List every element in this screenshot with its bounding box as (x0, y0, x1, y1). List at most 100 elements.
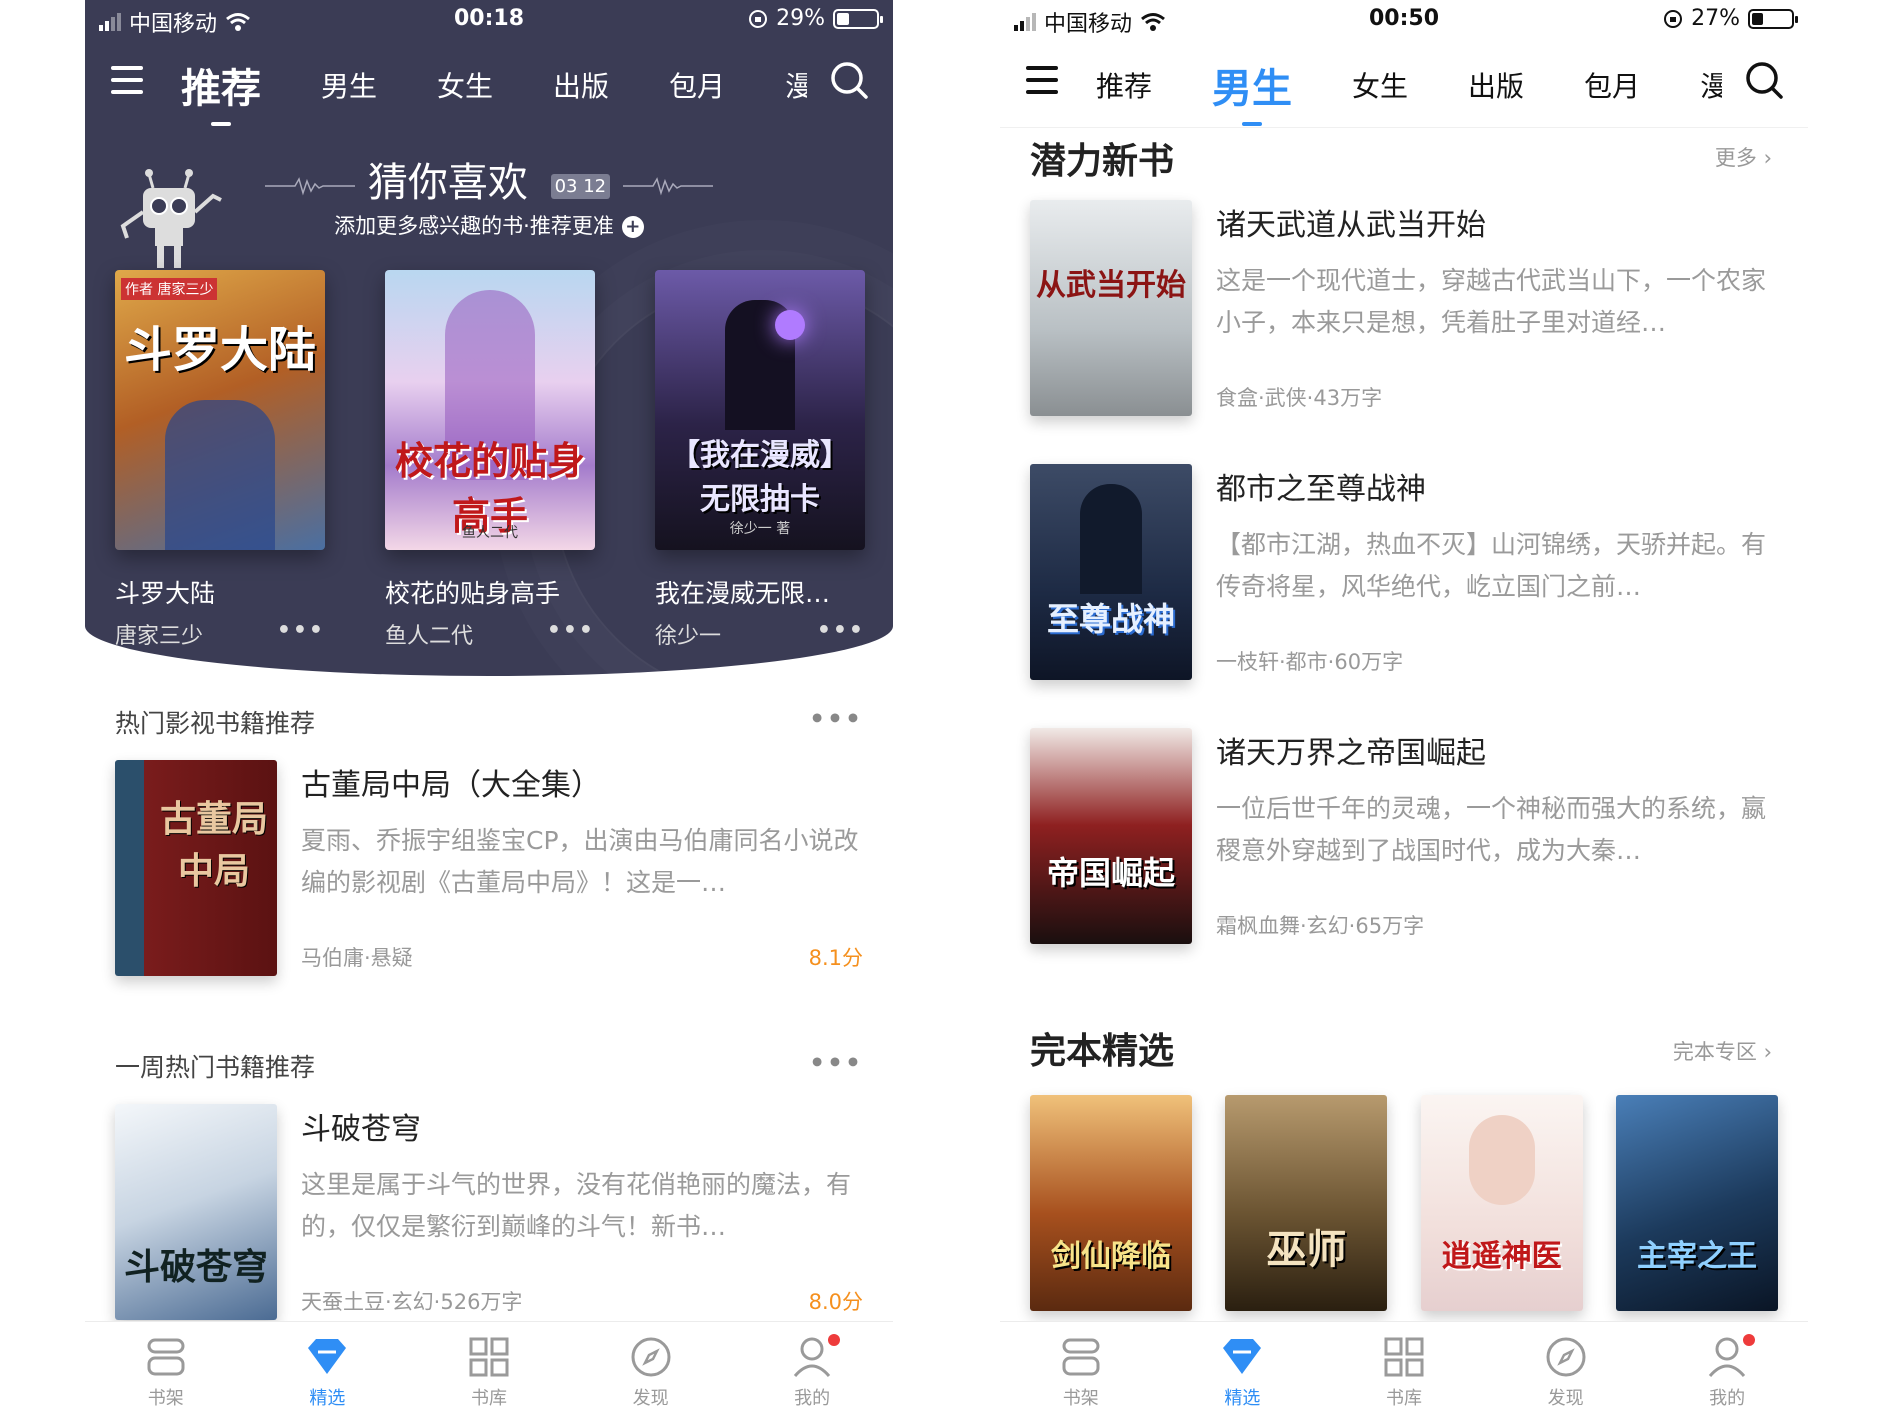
book-description: 这里是属于斗气的世界，没有花俏艳丽的魔法，有的，仅仅是繁衍到巅峰的斗气！新书… (301, 1170, 852, 1241)
tab-label: 我的 (794, 1388, 831, 1409)
tab-male[interactable]: 男生 (1212, 56, 1292, 126)
cover-title: 从武当开始 (1036, 268, 1186, 303)
tab-recommend[interactable]: 推荐 (1096, 65, 1152, 105)
sound-wave-right-icon (622, 177, 713, 196)
cover-title: 斗罗大陆 (123, 322, 316, 378)
bottom-tab-bar: 书架 精选 书库 发现 我的 (85, 1321, 893, 1417)
book-cover: 至尊战神 (1030, 464, 1192, 680)
book-author: 唐家三少 (115, 624, 204, 649)
complete-zone-link[interactable]: 完本专区 › (1673, 1036, 1772, 1066)
cover-title: 逍遥神医 (1441, 1239, 1562, 1274)
section-header: 热门影视书籍推荐 ••• (115, 704, 863, 740)
cover-author-tag: 徐少一 著 (729, 521, 791, 537)
guess-book-card[interactable]: 校花的贴身高手 鱼人二代 校花的贴身高手 鱼人二代 ••• (385, 270, 595, 650)
top-navigation: 推荐 男生 女生 出版 包月 漫 (85, 42, 893, 128)
book-author-row: 徐少一 ••• (655, 618, 865, 650)
more-options-icon[interactable]: ••• (817, 618, 865, 650)
tab-bookshelf[interactable]: 书架 (1000, 1322, 1162, 1417)
cover-title: 帝国崛起 (1046, 854, 1175, 892)
book-title: 诸天武道从武当开始 (1216, 208, 1486, 243)
book-list-item[interactable]: 斗破苍穹 斗破苍穹 这里是属于斗气的世界，没有花俏艳丽的魔法，有的，仅仅是繁衍到… (115, 1104, 863, 1324)
bookshelf-icon (1062, 1338, 1100, 1376)
orientation-lock-icon (1664, 9, 1683, 28)
tab-library[interactable]: 书库 (408, 1322, 570, 1417)
section-header: 一周热门书籍推荐 ••• (115, 1048, 863, 1084)
status-bar: 中国移动 00:18 29% (85, 0, 893, 40)
cover-title: 剑仙降临 (1051, 1239, 1171, 1274)
book-list-item[interactable]: 古董局中局 古董局中局（大全集） 夏雨、乔振宇组鉴宝CP，出演由马伯庸同名小说改… (115, 760, 863, 980)
tab-discover[interactable]: 发现 (1485, 1322, 1647, 1417)
cover-title: 斗破苍穹 (123, 1246, 268, 1288)
tab-female[interactable]: 女生 (437, 65, 493, 105)
book-meta: 食盒·武侠·43万字 (1216, 386, 1383, 410)
book-list-item[interactable]: 至尊战神 都市之至尊战神 【都市江湖，热血不灭】山河锦绣，天骄并起。有传奇将星，… (1030, 464, 1778, 684)
book-title: 斗罗大陆 (115, 579, 216, 608)
more-options-icon[interactable]: ••• (547, 618, 595, 650)
book-info: 诸天万界之帝国崛起 一位后世千年的灵魂，一个神秘而强大的系统，嬴稷意外穿越到了战… (1216, 728, 1778, 944)
tab-bookshelf[interactable]: 书架 (85, 1322, 247, 1417)
date-badge: 03 12 (550, 173, 611, 199)
cover-author-tag: 鱼人二代 (462, 525, 518, 541)
tab-label: 书库 (1385, 1388, 1422, 1409)
guess-book-card[interactable]: 作者 唐家三少 斗罗大陆 斗罗大陆 唐家三少 ••• (115, 270, 325, 650)
battery-icon (1748, 8, 1798, 29)
menu-icon[interactable] (111, 66, 143, 94)
tab-monthly[interactable]: 包月 (669, 65, 725, 105)
tab-publish[interactable]: 出版 (1468, 65, 1524, 105)
tab-featured[interactable]: 精选 (247, 1322, 409, 1417)
tab-female[interactable]: 女生 (1352, 65, 1408, 105)
search-icon[interactable] (829, 60, 869, 100)
diamond-icon (308, 1339, 347, 1374)
book-score: 8.1分 (808, 946, 863, 970)
tab-recommend[interactable]: 推荐 (181, 56, 261, 126)
book-info: 斗破苍穹 这里是属于斗气的世界，没有花俏艳丽的魔法，有的，仅仅是繁衍到巅峰的斗气… (301, 1104, 863, 1320)
book-cover[interactable]: 巫师 (1225, 1095, 1388, 1311)
book-description: 一位后世千年的灵魂，一个神秘而强大的系统，嬴稷意外穿越到了战国时代，成为大秦… (1216, 794, 1767, 865)
category-tabs: 推荐 男生 女生 出版 包月 漫 (1096, 42, 1782, 128)
add-interest-link[interactable]: 添加更多感兴趣的书·推荐更准 + (85, 210, 893, 240)
tab-profile[interactable]: 我的 (1646, 1322, 1808, 1417)
book-cover[interactable]: 剑仙降临 (1030, 1095, 1192, 1311)
book-list-item[interactable]: 从武当开始 诸天武道从武当开始 这是一个现代道士，穿越古代武当山下，一个农家小子… (1030, 200, 1778, 420)
tab-library[interactable]: 书库 (1323, 1322, 1485, 1417)
book-cover[interactable]: 逍遥神医 (1420, 1095, 1583, 1311)
guess-book-card[interactable]: 【我在漫威】无限抽卡 徐少一 著 我在漫威无限… 徐少一 ••• (655, 270, 865, 650)
tab-monthly[interactable]: 包月 (1584, 65, 1640, 105)
tab-comics[interactable]: 漫 (785, 65, 807, 105)
more-link[interactable]: 更多 › (1715, 142, 1772, 172)
battery-info: 29% (748, 6, 883, 31)
book-score: 8.0分 (808, 1290, 863, 1314)
section-more-icon[interactable]: ••• (809, 1048, 863, 1084)
book-author-row: 唐家三少 ••• (115, 618, 325, 650)
book-description: 这是一个现代道士，穿越古代武当山下，一个农家小子，本来只是想，凭着肚子里对道经… (1216, 266, 1767, 337)
tab-featured[interactable]: 精选 (1162, 1322, 1324, 1417)
grid-icon (469, 1337, 509, 1377)
chevron-right-icon: › (1763, 146, 1772, 170)
menu-icon[interactable] (1026, 66, 1058, 94)
bookshelf-icon (147, 1338, 185, 1376)
tab-comics[interactable]: 漫 (1700, 65, 1722, 105)
tab-publish[interactable]: 出版 (553, 65, 609, 105)
right-phone-screen: 中国移动 00:50 27% 推荐 男生 女生 出版 包月 漫 潜力新书 更多 … (1000, 0, 1808, 1417)
search-icon[interactable] (1744, 60, 1784, 100)
book-info: 都市之至尊战神 【都市江湖，热血不灭】山河锦绣，天骄并起。有传奇将星，风华绝代，… (1216, 464, 1778, 680)
tab-profile[interactable]: 我的 (731, 1322, 893, 1417)
book-cover: 帝国崛起 (1030, 728, 1192, 944)
more-options-icon[interactable]: ••• (277, 618, 325, 650)
tab-discover[interactable]: 发现 (570, 1322, 732, 1417)
more-label: 完本专区 (1672, 1040, 1757, 1064)
book-meta: 一枝轩·都市·60万字 (1216, 650, 1404, 674)
book-meta: 霜枫血舞·玄幻·65万字 (1216, 914, 1425, 938)
section-more-icon[interactable]: ••• (809, 704, 863, 740)
book-cover: 作者 唐家三少 斗罗大陆 (115, 270, 325, 550)
guess-title: 猜你喜欢 (367, 160, 528, 206)
book-cover: 校花的贴身高手 鱼人二代 (385, 270, 595, 550)
book-description: 【都市江湖，热血不灭】山河锦绣，天骄并起。有传奇将星，风华绝代，屹立国门之前… (1216, 530, 1767, 601)
tab-label: 书库 (470, 1388, 507, 1409)
tab-male[interactable]: 男生 (321, 65, 377, 105)
book-title: 古董局中局（大全集） (301, 768, 601, 803)
book-title: 斗破苍穹 (301, 1112, 421, 1147)
book-list-item[interactable]: 帝国崛起 诸天万界之帝国崛起 一位后世千年的灵魂，一个神秘而强大的系统，嬴稷意外… (1030, 728, 1778, 948)
battery-percent: 27% (1691, 6, 1740, 31)
book-cover[interactable]: 主宰之王 (1615, 1095, 1778, 1311)
